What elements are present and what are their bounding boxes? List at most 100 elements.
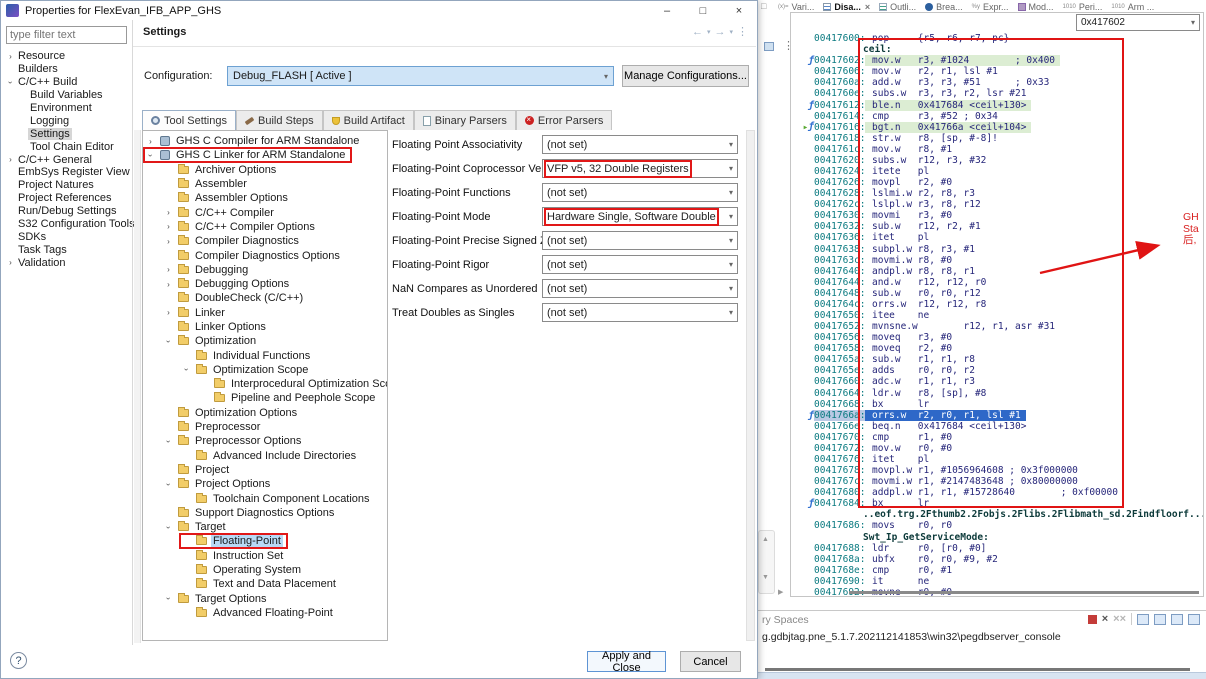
asm-line[interactable]: ƒ00417602:mov.w r3, #1024 ; 0x400 — [791, 55, 1203, 66]
view-tab-peri[interactable]: 1010Peri... — [1063, 2, 1103, 12]
sidebar-item-project-natures[interactable]: Project Natures — [2, 179, 132, 192]
chevron-expanded-icon[interactable]: › — [164, 436, 173, 447]
asm-line[interactable]: 00417624:itete pl — [791, 166, 1203, 177]
tool-tree-item-toolchain-component-locations[interactable]: Toolchain Component Locations — [143, 491, 387, 505]
tool-tree-item-optimization-options[interactable]: Optimization Options — [143, 406, 387, 420]
sidebar-item-project-references[interactable]: Project References — [2, 192, 132, 205]
floating-point-precise-signed-zero-select[interactable]: (not set)▾ — [542, 231, 738, 250]
chevron-collapsed-icon[interactable]: › — [145, 137, 156, 146]
asm-line[interactable]: 0041766e:beq.n 0x417684 <ceil+130> — [791, 421, 1203, 432]
scroll-up-icon[interactable]: ▲ — [762, 536, 769, 543]
view-tab-arm[interactable]: 1010Arm ... — [1111, 2, 1154, 12]
chevron-collapsed-icon[interactable]: › — [163, 308, 174, 317]
asm-line[interactable]: 0041765a:sub.w r1, r1, r8 — [791, 354, 1203, 365]
asm-line[interactable]: 00417640:andpl.w r8, r8, r1 — [791, 266, 1203, 277]
asm-line[interactable]: 00417630:movmi r3, #0 — [791, 210, 1203, 221]
chevron-expanded-icon[interactable]: › — [164, 593, 173, 604]
console-horizontal-scrollbar[interactable] — [765, 668, 1190, 671]
asm-line[interactable]: ƒ00417684:bx lr — [791, 498, 1203, 509]
options-scrollbar[interactable] — [746, 130, 755, 641]
tool-tree-item-compiler-diagnostics[interactable]: ›Compiler Diagnostics — [143, 234, 387, 248]
asm-line[interactable]: 00417632:sub.w r12, r2, #1 — [791, 221, 1203, 232]
sidebar-item-settings[interactable]: Settings — [2, 127, 132, 140]
asm-line[interactable]: 00417670:cmp r1, #0 — [791, 432, 1203, 443]
tool-tree-item-linker-options[interactable]: Linker Options — [143, 320, 387, 334]
sidebar-item-resource[interactable]: ›Resource — [2, 50, 132, 63]
asm-line[interactable]: 0041763c:movmi.w r8, #0 — [791, 255, 1203, 266]
maximize-icon[interactable]: □ — [685, 1, 721, 20]
tool-tree-item-pipeline-and-peephole-scope[interactable]: Pipeline and Peephole Scope — [143, 391, 387, 405]
terminate-icon[interactable] — [1088, 615, 1097, 624]
sidebar-item-environment[interactable]: Environment — [2, 102, 132, 115]
asm-line[interactable]: 00417606:mov.w r2, r1, lsl #1 — [791, 66, 1203, 77]
chevron-expanded-icon[interactable]: › — [164, 479, 173, 490]
chevron-expanded-icon[interactable]: › — [164, 336, 173, 347]
tool-tree-item-text-and-data-placement[interactable]: Text and Data Placement — [143, 577, 387, 591]
tool-tree-item-advanced-include-directories[interactable]: Advanced Include Directories — [143, 449, 387, 463]
pin-console-icon[interactable] — [1171, 614, 1183, 625]
asm-line[interactable]: 00417676:itet pl — [791, 454, 1203, 465]
asm-line[interactable]: ƒ0041766a:orrs.w r2, r0, r1, lsl #1 — [791, 410, 1203, 421]
view-tab-mod[interactable]: Mod... — [1018, 2, 1054, 12]
asm-line[interactable]: 00417690:it ne — [791, 576, 1203, 587]
configuration-select[interactable]: Debug_FLASH [ Active ] ▾ — [227, 66, 614, 86]
sidebar-item-run-debug-settings[interactable]: Run/Debug Settings — [2, 205, 132, 218]
tool-tree-item-debugging[interactable]: ›Debugging — [143, 263, 387, 277]
floating-point-coprocessor-version-select[interactable]: VFP v5, 32 Double Registers▾ — [542, 159, 738, 178]
tool-tree-item-linker[interactable]: ›Linker — [143, 306, 387, 320]
scroll-right-icon[interactable]: ▶ — [778, 588, 783, 596]
tool-tree-item-project[interactable]: Project — [143, 463, 387, 477]
breakpoint-icon[interactable]: ƒ — [791, 100, 814, 111]
tool-tree-item-optimization-scope[interactable]: ›Optimization Scope — [143, 363, 387, 377]
chevron-expanded-icon[interactable]: › — [6, 77, 15, 88]
clear-console-icon[interactable] — [1137, 614, 1149, 625]
tool-tree-item-doublecheck-c-c[interactable]: DoubleCheck (C/C++) — [143, 291, 387, 305]
view-tab-expr[interactable]: %yExpr... — [972, 2, 1009, 12]
asm-line[interactable]: 00417600:pop {r5, r6, r7, pc} — [791, 33, 1203, 44]
asm-line[interactable]: 00417652:mvnsne.w r12, r1, asr #31 — [791, 321, 1203, 332]
sidebar-item-task-tags[interactable]: Task Tags — [2, 243, 132, 256]
chevron-collapsed-icon[interactable]: › — [163, 265, 174, 274]
nan-compares-as-unordered-select[interactable]: (not set)▾ — [542, 279, 738, 298]
chevron-down-icon[interactable]: ▾ — [1191, 18, 1195, 27]
scroll-down-icon[interactable]: ▼ — [762, 574, 769, 581]
asm-line[interactable]: 00417688:ldr r0, [r0, #0] — [791, 543, 1203, 554]
settings-left-scrollbar[interactable] — [134, 130, 141, 643]
tool-tree-item-target-options[interactable]: ›Target Options — [143, 592, 387, 606]
asm-line[interactable]: 00417628:lslmi.w r2, r8, r3 — [791, 188, 1203, 199]
back-menu-icon[interactable]: ▾ — [707, 28, 711, 36]
tab-tool-settings[interactable]: Tool Settings — [142, 110, 236, 130]
cancel-button[interactable]: Cancel — [680, 651, 741, 672]
view-tab-disa[interactable]: Disa...× — [823, 2, 870, 12]
asm-line[interactable]: 0041762c:lslpl.w r3, r8, r12 — [791, 199, 1203, 210]
asm-line[interactable]: 00417618:str.w r8, [sp, #-8]! — [791, 133, 1203, 144]
tab-binary-parsers[interactable]: Binary Parsers — [414, 110, 516, 130]
breakpoint-icon[interactable]: ƒ — [791, 410, 814, 421]
chevron-collapsed-icon[interactable]: › — [163, 237, 174, 246]
tool-tree-item-c-c-compiler[interactable]: ›C/C++ Compiler — [143, 205, 387, 219]
asm-line[interactable]: 00417680:addpl.w r1, r1, #15728640 ; 0xf… — [791, 487, 1203, 498]
disassembly-address-combo[interactable]: 0x417602 ▾ — [1076, 14, 1200, 31]
tool-tree-item-support-diagnostics-options[interactable]: Support Diagnostics Options — [143, 506, 387, 520]
chevron-collapsed-icon[interactable]: › — [163, 222, 174, 231]
view-tab-outli[interactable]: Outli... — [879, 2, 916, 12]
view-menu-icon[interactable]: ⋮ — [737, 25, 748, 38]
tool-tree-item-preprocessor-options[interactable]: ›Preprocessor Options — [143, 434, 387, 448]
close-icon[interactable]: × — [721, 1, 757, 20]
asm-line[interactable]: 00417620:subs.w r12, r3, #32 — [791, 155, 1203, 166]
asm-line[interactable]: 00417660:adc.w r1, r1, r3 — [791, 376, 1203, 387]
asm-line[interactable]: 0041760a:add.w r3, r3, #51 ; 0x33 — [791, 77, 1203, 88]
floating-point-associativity-select[interactable]: (not set)▾ — [542, 135, 738, 154]
tool-tree-item-c-c-compiler-options[interactable]: ›C/C++ Compiler Options — [143, 220, 387, 234]
chevron-collapsed-icon[interactable]: › — [5, 52, 16, 61]
dialog-titlebar[interactable]: Properties for FlexEvan_IFB_APP_GHS – □ … — [1, 1, 757, 20]
view-tab-brea[interactable]: Brea... — [925, 2, 963, 12]
remove-launch-icon[interactable]: × — [1102, 614, 1108, 625]
asm-line[interactable]: 00417626:movpl r2, #0 — [791, 177, 1203, 188]
asm-line[interactable]: 0041764c:orrs.w r12, r12, r8 — [791, 299, 1203, 310]
sidebar-item-tool-chain-editor[interactable]: Tool Chain Editor — [2, 140, 132, 153]
sidebar-item-logging[interactable]: Logging — [2, 114, 132, 127]
asm-line[interactable]: 0041767c:movmi.w r1, #2147483648 ; 0x800… — [791, 476, 1203, 487]
chevron-expanded-icon[interactable]: › — [182, 364, 191, 375]
asm-line[interactable]: 00417648:sub.w r0, r0, r12 — [791, 288, 1203, 299]
